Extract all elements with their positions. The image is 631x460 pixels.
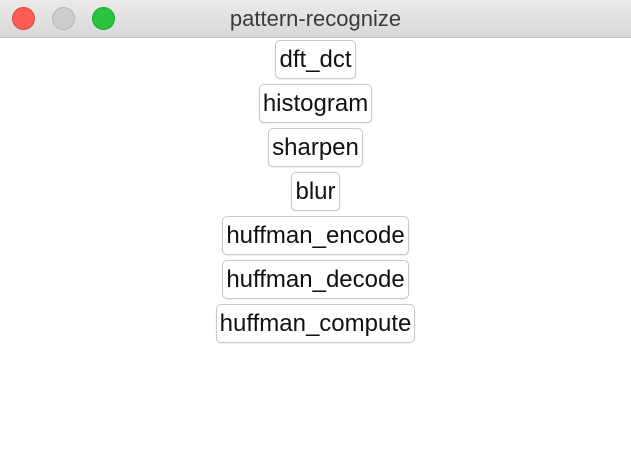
title-bar: pattern-recognize bbox=[0, 0, 631, 38]
window-title: pattern-recognize bbox=[229, 6, 402, 31]
button-list: dft_dct histogram sharpen blur huffman_e… bbox=[0, 40, 631, 348]
huffman-compute-button[interactable]: huffman_compute bbox=[215, 304, 416, 343]
app-window: pattern-recognize dft_dct histogram shar… bbox=[0, 0, 631, 460]
huffman-encode-button[interactable]: huffman_encode bbox=[222, 216, 409, 255]
histogram-button[interactable]: histogram bbox=[258, 84, 373, 123]
blur-button[interactable]: blur bbox=[291, 172, 340, 211]
huffman-decode-button[interactable]: huffman_decode bbox=[222, 260, 409, 299]
dft-dct-button[interactable]: dft_dct bbox=[275, 40, 356, 79]
sharpen-button[interactable]: sharpen bbox=[268, 128, 363, 167]
